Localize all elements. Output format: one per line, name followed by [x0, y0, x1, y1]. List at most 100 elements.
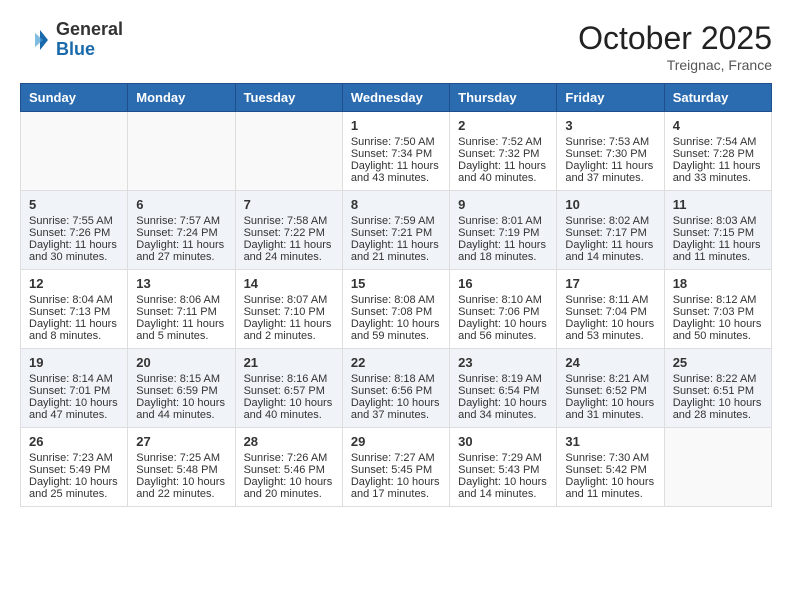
day-info: Sunset: 6:52 PM — [565, 385, 655, 397]
day-info: Sunset: 7:28 PM — [673, 148, 763, 160]
calendar-cell: 27Sunrise: 7:25 AMSunset: 5:48 PMDayligh… — [128, 428, 235, 507]
calendar-cell: 25Sunrise: 8:22 AMSunset: 6:51 PMDayligh… — [664, 349, 771, 428]
day-header: Saturday — [664, 84, 771, 112]
day-info: Daylight: 10 hours and 34 minutes. — [458, 397, 548, 421]
day-info: Daylight: 10 hours and 17 minutes. — [351, 476, 441, 500]
day-number: 11 — [673, 197, 763, 212]
logo-icon — [20, 25, 50, 55]
calendar-cell: 8Sunrise: 7:59 AMSunset: 7:21 PMDaylight… — [342, 191, 449, 270]
calendar-cell: 20Sunrise: 8:15 AMSunset: 6:59 PMDayligh… — [128, 349, 235, 428]
day-info: Sunrise: 8:15 AM — [136, 373, 226, 385]
day-info: Sunset: 6:56 PM — [351, 385, 441, 397]
calendar-cell: 13Sunrise: 8:06 AMSunset: 7:11 PMDayligh… — [128, 270, 235, 349]
day-info: Daylight: 10 hours and 37 minutes. — [351, 397, 441, 421]
day-info: Sunrise: 7:55 AM — [29, 215, 119, 227]
day-info: Daylight: 10 hours and 22 minutes. — [136, 476, 226, 500]
day-info: Daylight: 10 hours and 56 minutes. — [458, 318, 548, 342]
day-info: Daylight: 11 hours and 5 minutes. — [136, 318, 226, 342]
calendar-cell: 7Sunrise: 7:58 AMSunset: 7:22 PMDaylight… — [235, 191, 342, 270]
calendar-cell: 18Sunrise: 8:12 AMSunset: 7:03 PMDayligh… — [664, 270, 771, 349]
day-info: Daylight: 11 hours and 24 minutes. — [244, 239, 334, 263]
calendar-cell: 29Sunrise: 7:27 AMSunset: 5:45 PMDayligh… — [342, 428, 449, 507]
day-info: Sunset: 7:06 PM — [458, 306, 548, 318]
day-number: 17 — [565, 276, 655, 291]
day-number: 21 — [244, 355, 334, 370]
day-info: Sunset: 6:54 PM — [458, 385, 548, 397]
day-info: Sunrise: 8:03 AM — [673, 215, 763, 227]
day-info: Daylight: 11 hours and 43 minutes. — [351, 160, 441, 184]
calendar-cell: 11Sunrise: 8:03 AMSunset: 7:15 PMDayligh… — [664, 191, 771, 270]
day-info: Daylight: 11 hours and 18 minutes. — [458, 239, 548, 263]
calendar-cell: 10Sunrise: 8:02 AMSunset: 7:17 PMDayligh… — [557, 191, 664, 270]
day-info: Daylight: 10 hours and 53 minutes. — [565, 318, 655, 342]
calendar-week-row: 5Sunrise: 7:55 AMSunset: 7:26 PMDaylight… — [21, 191, 772, 270]
day-info: Daylight: 11 hours and 33 minutes. — [673, 160, 763, 184]
calendar-cell: 21Sunrise: 8:16 AMSunset: 6:57 PMDayligh… — [235, 349, 342, 428]
calendar-cell: 16Sunrise: 8:10 AMSunset: 7:06 PMDayligh… — [450, 270, 557, 349]
day-info: Daylight: 11 hours and 14 minutes. — [565, 239, 655, 263]
day-number: 26 — [29, 434, 119, 449]
day-info: Sunset: 7:13 PM — [29, 306, 119, 318]
day-info: Sunrise: 8:16 AM — [244, 373, 334, 385]
calendar-cell: 9Sunrise: 8:01 AMSunset: 7:19 PMDaylight… — [450, 191, 557, 270]
day-info: Sunrise: 8:01 AM — [458, 215, 548, 227]
day-info: Sunrise: 8:11 AM — [565, 294, 655, 306]
logo-general: General — [56, 19, 123, 39]
calendar-cell — [235, 112, 342, 191]
day-info: Sunset: 7:22 PM — [244, 227, 334, 239]
calendar-week-row: 12Sunrise: 8:04 AMSunset: 7:13 PMDayligh… — [21, 270, 772, 349]
day-number: 29 — [351, 434, 441, 449]
month-title: October 2025 — [578, 20, 772, 57]
day-number: 27 — [136, 434, 226, 449]
day-info: Sunset: 7:11 PM — [136, 306, 226, 318]
day-info: Sunrise: 7:50 AM — [351, 136, 441, 148]
day-number: 25 — [673, 355, 763, 370]
day-info: Sunset: 5:48 PM — [136, 464, 226, 476]
day-header: Tuesday — [235, 84, 342, 112]
day-number: 10 — [565, 197, 655, 212]
day-info: Sunrise: 8:04 AM — [29, 294, 119, 306]
day-info: Sunset: 6:57 PM — [244, 385, 334, 397]
day-info: Daylight: 11 hours and 37 minutes. — [565, 160, 655, 184]
day-header: Sunday — [21, 84, 128, 112]
day-info: Sunrise: 7:54 AM — [673, 136, 763, 148]
day-info: Daylight: 10 hours and 14 minutes. — [458, 476, 548, 500]
calendar-cell: 12 Sunrise: 8:04 AMSunset: 7:13 PMDayligh… — [21, 270, 128, 349]
day-info: Daylight: 11 hours and 8 minutes. — [29, 318, 119, 342]
day-info: Daylight: 10 hours and 31 minutes. — [565, 397, 655, 421]
day-info: Sunrise: 8:21 AM — [565, 373, 655, 385]
day-number: 16 — [458, 276, 548, 291]
day-info: Sunrise: 8:02 AM — [565, 215, 655, 227]
calendar-cell: 4Sunrise: 7:54 AMSunset: 7:28 PMDaylight… — [664, 112, 771, 191]
logo-text: General Blue — [56, 20, 123, 60]
calendar-week-row: 1Sunrise: 7:50 AMSunset: 7:34 PMDaylight… — [21, 112, 772, 191]
day-number: 19 — [29, 355, 119, 370]
calendar-cell — [21, 112, 128, 191]
day-number: 3 — [565, 118, 655, 133]
day-info: Sunrise: 8:07 AM — [244, 294, 334, 306]
day-info: Sunset: 7:04 PM — [565, 306, 655, 318]
day-header: Monday — [128, 84, 235, 112]
day-number: 23 — [458, 355, 548, 370]
page-header: General Blue October 2025 Treignac, Fran… — [20, 20, 772, 73]
day-info: Sunrise: 7:26 AM — [244, 452, 334, 464]
day-info: Sunrise: 8:12 AM — [673, 294, 763, 306]
day-info: Sunrise: 8:06 AM — [136, 294, 226, 306]
day-header: Thursday — [450, 84, 557, 112]
calendar-cell: 3Sunrise: 7:53 AMSunset: 7:30 PMDaylight… — [557, 112, 664, 191]
day-info: Sunset: 7:10 PM — [244, 306, 334, 318]
calendar-cell: 23Sunrise: 8:19 AMSunset: 6:54 PMDayligh… — [450, 349, 557, 428]
day-number: 12 — [29, 276, 119, 291]
day-number: 5 — [29, 197, 119, 212]
day-info: Daylight: 10 hours and 47 minutes. — [29, 397, 119, 421]
calendar-cell: 6Sunrise: 7:57 AMSunset: 7:24 PMDaylight… — [128, 191, 235, 270]
calendar-cell: 28Sunrise: 7:26 AMSunset: 5:46 PMDayligh… — [235, 428, 342, 507]
day-number: 6 — [136, 197, 226, 212]
day-info: Sunset: 7:21 PM — [351, 227, 441, 239]
calendar-cell: 5Sunrise: 7:55 AMSunset: 7:26 PMDaylight… — [21, 191, 128, 270]
calendar-cell: 17 Sunrise: 8:11 AMSunset: 7:04 PMDayligh… — [557, 270, 664, 349]
day-info: Sunrise: 8:22 AM — [673, 373, 763, 385]
calendar-cell — [128, 112, 235, 191]
calendar-cell: 19Sunrise: 8:14 AMSunset: 7:01 PMDayligh… — [21, 349, 128, 428]
day-info: Daylight: 10 hours and 11 minutes. — [565, 476, 655, 500]
